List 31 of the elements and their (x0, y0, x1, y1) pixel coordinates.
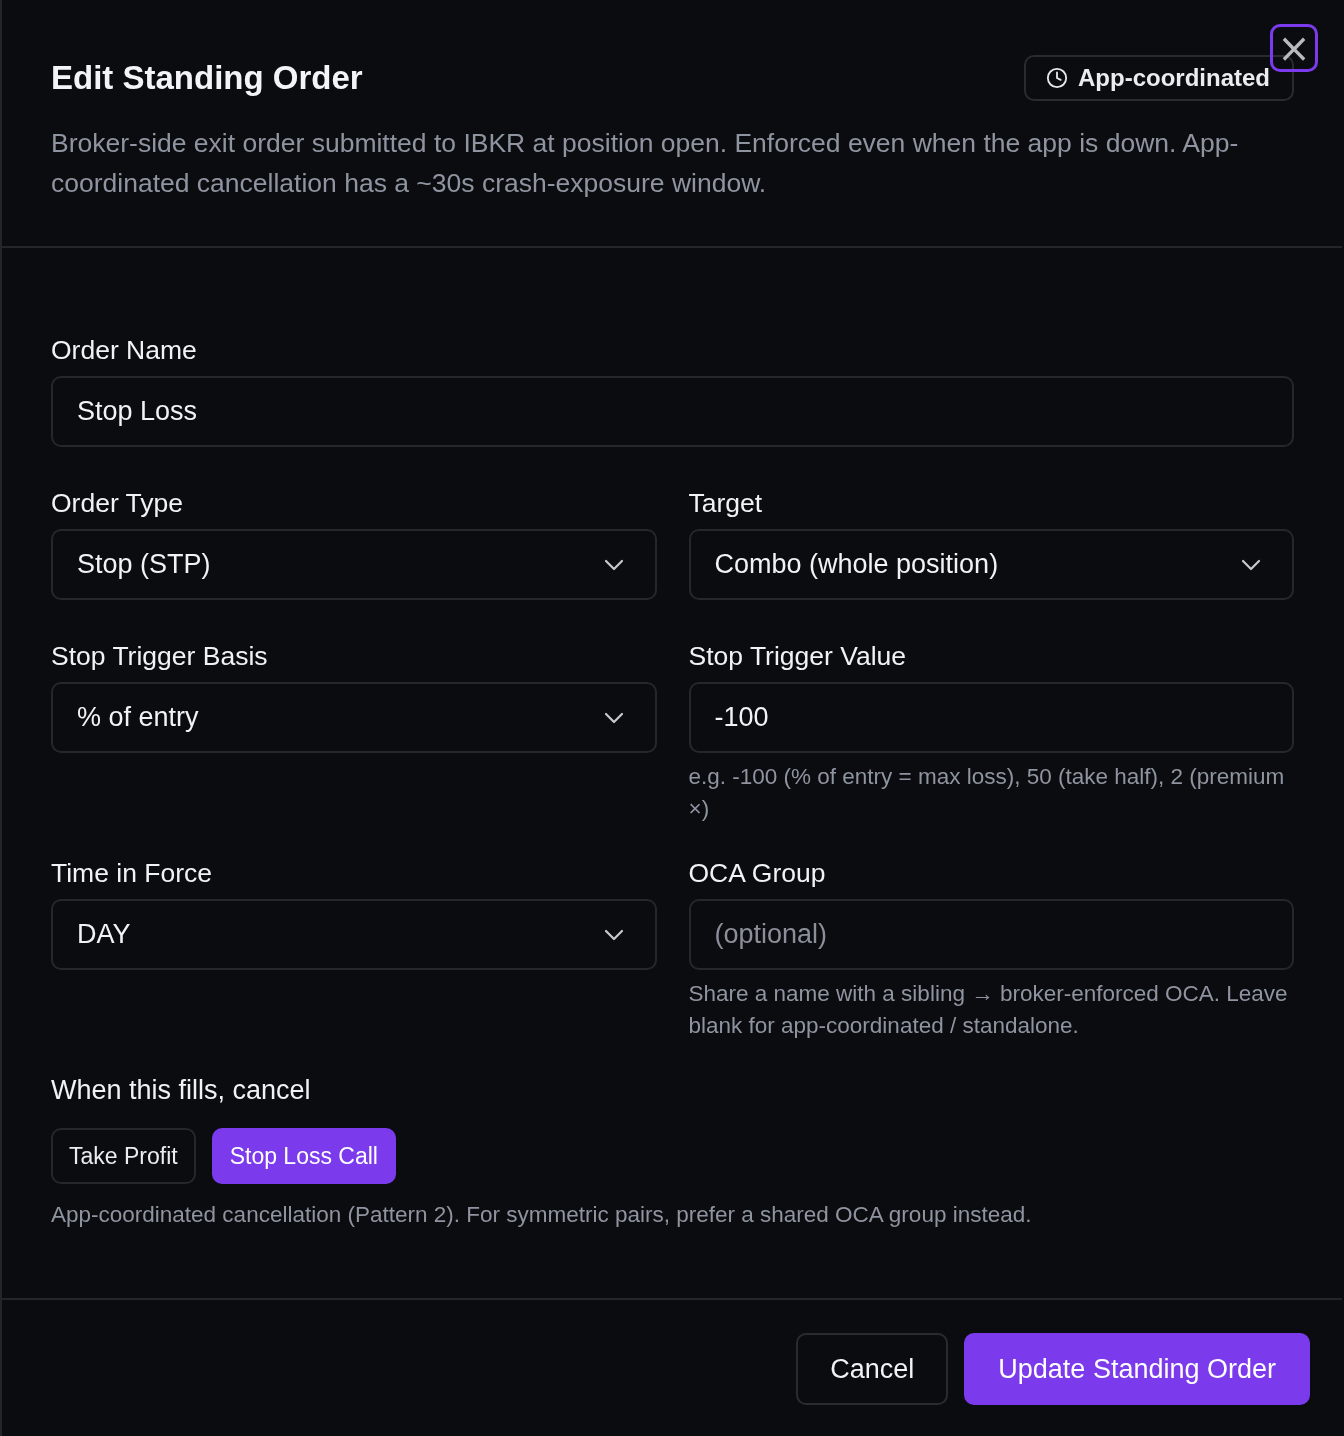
submit-button[interactable]: Update Standing Order (964, 1333, 1310, 1405)
cancel-button[interactable]: Cancel (796, 1333, 949, 1405)
chevron-down-icon (602, 710, 625, 725)
section-label: When this fills, cancel (51, 1074, 312, 1107)
select-field[interactable]: % of entry (51, 682, 657, 753)
clock-icon (1046, 67, 1068, 89)
dialog-description: Broker-side exit order submitted to IBKR at position open. Enforced even when the app is down. App-coordinated cancellation has a ~30s crash-exposure window. (51, 127, 1240, 200)
chevron-down-icon (1240, 557, 1262, 572)
field-hint: Share a name with a sibling → broker-enforced OCA. Leave blank for app-coordinated / standalone. (688, 980, 1289, 1040)
helper-text: App-coordinated cancellation (Pattern 2). For symmetric pairs, prefer a shared OCA group instead. (51, 1202, 1033, 1228)
select-field[interactable]: Stop (STP) (51, 529, 657, 600)
dialog-title: Edit Standing Order (51, 59, 363, 97)
toggle-chip[interactable]: Stop Loss Call (211, 1128, 396, 1184)
select-field[interactable]: DAY (51, 899, 657, 970)
chevron-down-icon (602, 927, 625, 942)
close-button[interactable]: × (1270, 24, 1318, 72)
field-label: OCA Group (688, 857, 827, 890)
field-hint: e.g. -100 (% of entry = max loss), 50 (take half), 2 (premium ×) (688, 763, 1286, 823)
badge-label: App-coordinated (1078, 64, 1270, 92)
chevron-down-icon (602, 557, 625, 572)
field-label: Order Type (51, 487, 185, 520)
field-label: Order Name (51, 334, 198, 367)
field-label: Target (688, 487, 764, 520)
toggle-chip[interactable]: Take Profit (51, 1128, 196, 1184)
input-field[interactable]: -100 (688, 682, 1294, 753)
field-label: Stop Trigger Basis (51, 640, 269, 673)
input-field[interactable]: Stop Loss (51, 376, 1294, 447)
field-label: Time in Force (51, 857, 213, 890)
select-field[interactable]: Combo (whole position) (688, 529, 1294, 600)
field-label: Stop Trigger Value (688, 640, 908, 673)
input-field[interactable]: (optional) (688, 899, 1294, 970)
